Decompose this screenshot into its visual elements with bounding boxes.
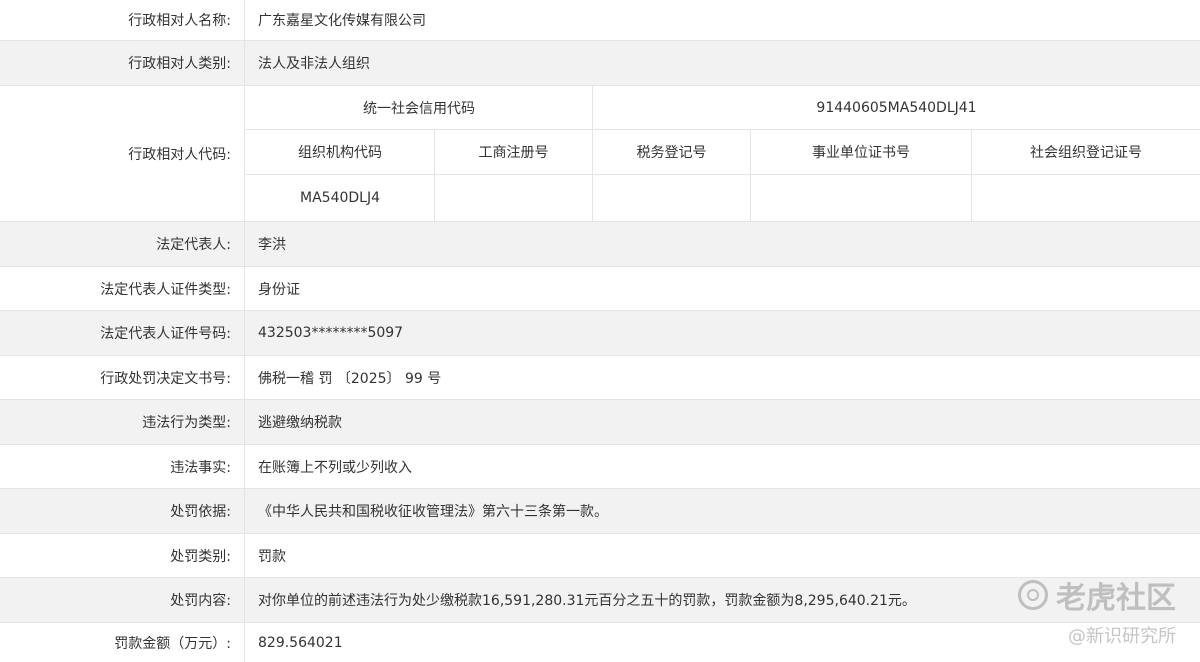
id-type-value: 身份证	[258, 281, 300, 298]
penalty-content-value: 对你单位的前述违法行为处少缴税款16,591,280.31元百分之五十的罚款，罚…	[258, 593, 916, 609]
fine-amount-value: 829.564021	[258, 634, 343, 651]
penalty-type-label: 处罚类别:	[0, 534, 245, 577]
value-business-reg	[435, 175, 593, 221]
row-violation-type: 违法行为类型: 逃避缴纳税款	[0, 400, 1200, 445]
row-legal-rep: 法定代表人: 李洪	[0, 222, 1200, 267]
basis-value: 《中华人民共和国税收征收管理法》第六十三条第一款。	[258, 504, 608, 520]
row-penalty-type: 处罚类别: 罚款	[0, 534, 1200, 578]
basis-label: 处罚依据:	[0, 489, 245, 533]
penalty-type-value: 罚款	[258, 548, 286, 565]
row-violation-fact: 违法事实: 在账簿上不列或少列收入	[0, 445, 1200, 489]
legal-rep-label: 法定代表人:	[0, 222, 245, 266]
violation-type-value: 逃避缴纳税款	[258, 415, 342, 431]
header-business-reg: 工商注册号	[435, 130, 593, 175]
violation-fact-label: 违法事实:	[0, 445, 245, 488]
row-id-type: 法定代表人证件类型: 身份证	[0, 267, 1200, 311]
legal-rep-value: 李洪	[258, 237, 286, 253]
row-category: 行政相对人类别: 法人及非法人组织	[0, 41, 1200, 86]
decision-no-label: 行政处罚决定文书号:	[0, 356, 245, 399]
credit-code-value: 91440605MA540DLJ41	[593, 86, 1200, 130]
credit-code-label: 统一社会信用代码	[246, 86, 593, 130]
value-tax-reg	[593, 175, 751, 221]
row-fine-amount: 罚款金额（万元）: 829.564021	[0, 623, 1200, 662]
row-name: 行政相对人名称: 广东嘉星文化传媒有限公司	[0, 0, 1200, 41]
row-penalty-content: 处罚内容: 对你单位的前述违法行为处少缴税款16,591,280.31元百分之五…	[0, 578, 1200, 623]
category-value: 法人及非法人组织	[258, 56, 370, 72]
code-grid: 统一社会信用代码 91440605MA540DLJ41 组织机构代码 工商注册号…	[246, 86, 1200, 221]
id-type-label: 法定代表人证件类型:	[0, 267, 245, 310]
row-id-number: 法定代表人证件号码: 432503********5097	[0, 311, 1200, 356]
header-org-code: 组织机构代码	[246, 130, 435, 175]
violation-type-label: 违法行为类型:	[0, 400, 245, 444]
header-tax-reg: 税务登记号	[593, 130, 751, 175]
id-number-value: 432503********5097	[258, 325, 404, 341]
fine-amount-label: 罚款金额（万元）:	[0, 623, 245, 662]
category-label: 行政相对人类别:	[0, 41, 245, 85]
header-social-org-reg: 社会组织登记证号	[972, 130, 1200, 175]
penalty-content-label: 处罚内容:	[0, 578, 245, 622]
row-decision-no: 行政处罚决定文书号: 佛税一稽 罚 〔2025〕 99 号	[0, 356, 1200, 400]
header-institution-cert: 事业单位证书号	[751, 130, 972, 175]
violation-fact-value: 在账簿上不列或少列收入	[258, 459, 412, 476]
row-code: 行政相对人代码: 统一社会信用代码 91440605MA540DLJ41 组织机…	[0, 86, 1200, 222]
value-org-code: MA540DLJ4	[246, 175, 435, 221]
value-institution-cert	[751, 175, 972, 221]
code-label: 行政相对人代码:	[0, 86, 245, 221]
name-value: 广东嘉星文化传媒有限公司	[258, 13, 426, 29]
row-basis: 处罚依据: 《中华人民共和国税收征收管理法》第六十三条第一款。	[0, 489, 1200, 534]
name-label: 行政相对人名称:	[0, 0, 245, 40]
decision-no-value: 佛税一稽 罚 〔2025〕 99 号	[258, 370, 442, 387]
value-social-org-reg	[972, 175, 1200, 221]
id-number-label: 法定代表人证件号码:	[0, 311, 245, 355]
